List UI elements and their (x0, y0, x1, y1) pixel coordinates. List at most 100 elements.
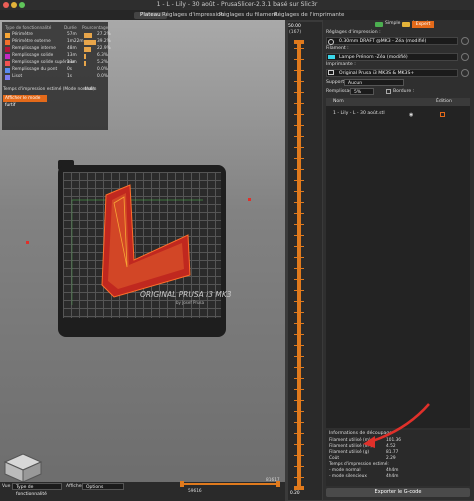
layer-slider-tick (294, 224, 304, 225)
slice-info-key: Coût (329, 456, 340, 461)
layer-slider-tick (294, 48, 304, 49)
bed-logo-sub: by Josef Prusa (176, 300, 205, 305)
object-name[interactable]: 1 - Lily - L - 30 août.stl (333, 111, 385, 116)
legend-name: Remplissage interne (12, 46, 56, 51)
filament-edit-icon[interactable] (461, 53, 469, 61)
tab-printer-settings[interactable]: Réglages de l'imprimante (268, 12, 350, 19)
legend-time: 48m (67, 46, 77, 51)
red-arrow-annotation (363, 403, 430, 448)
slice-info-value: 4h4m (386, 474, 399, 479)
layer-slider-bottom-value: 0.20 (290, 491, 300, 496)
view-type-select[interactable]: Type de fonctionnalité (12, 483, 62, 497)
slice-info-key: Filament utilisé (g) (329, 450, 370, 455)
supports-select[interactable]: Aucun (344, 79, 404, 86)
legend-percent: 5.2% (97, 60, 108, 65)
printer-icon (328, 70, 334, 75)
legend-percent: 39.2% (97, 39, 111, 44)
layer-slider-tick (294, 400, 304, 401)
layer-slider-tick (294, 279, 304, 280)
legend-percent: 27.2% (97, 32, 111, 37)
legend-name: Remplissage du pont (12, 67, 58, 72)
legend-row: Remplissage solide supérieur 13m 5.2% (5, 60, 108, 67)
filament-label: Filament : (326, 46, 349, 51)
layer-slider-tick (294, 125, 304, 126)
printer-edit-icon[interactable] (461, 69, 469, 77)
legend-swatch (5, 54, 10, 59)
layer-slider-tick (294, 257, 304, 258)
layer-slider-tick (294, 169, 304, 170)
show-options-select[interactable]: Options (82, 483, 124, 490)
object-edit-icon[interactable] (440, 112, 445, 117)
legend-name: Lisot (12, 74, 23, 79)
eye-icon[interactable]: ◉ (409, 112, 413, 118)
print-settings-select[interactable]: 0.30mm DRAFT @MK3 - Zéa (modifié) (326, 37, 458, 45)
brim-label: Bordure : (393, 89, 415, 94)
show-stealth-mode-button[interactable]: Afficher le mode furtif (3, 95, 47, 108)
object-list-col-edit: Édition (436, 99, 452, 104)
filament-select[interactable]: Lampe Prénom -Zéa (modifié) (326, 53, 458, 61)
slice-info-key: Temps d'impression estimé: (329, 462, 389, 467)
legend-bar (84, 40, 96, 45)
layer-slider-tick (294, 466, 304, 467)
layer-slider-top-handle[interactable] (294, 40, 304, 44)
layer-slider-tick (294, 70, 304, 71)
legend-bar (84, 33, 93, 38)
layer-slider-tick (294, 191, 304, 192)
layer-slider-tick (294, 411, 304, 412)
layer-slider-tick (294, 477, 304, 478)
layer-slider-tick (294, 202, 304, 203)
legend-time: 13m (67, 60, 77, 65)
window-title: 1 - L - Lily - 30 août - PrusaSlicer-2.3… (156, 1, 318, 8)
object-list (326, 98, 470, 428)
layer-slider[interactable] (288, 22, 322, 500)
cube-view-icon[interactable] (1, 450, 45, 484)
legend-swatch (5, 61, 10, 66)
legend-bar (84, 61, 86, 66)
sliced-object[interactable] (58, 165, 226, 337)
horizontal-slider-left-handle[interactable] (180, 481, 184, 487)
brim-checkbox[interactable] (386, 89, 391, 94)
layer-slider-tick (294, 180, 304, 181)
layer-slider-tick (294, 81, 304, 82)
infill-select[interactable]: 5% (350, 88, 374, 95)
export-gcode-button[interactable]: Exporter le G-code (326, 488, 470, 497)
legend-percent: 6.3% (97, 53, 108, 58)
legend-name: Remplissage solide (12, 53, 54, 58)
layer-slider-tick (294, 213, 304, 214)
layer-slider-tick (294, 455, 304, 456)
estimated-time-value: 4h4m (84, 87, 97, 92)
mode-simple-button[interactable]: Simple (385, 21, 400, 26)
legend-percent: 22.9% (97, 46, 111, 51)
legend-header-time: Durée (64, 25, 77, 30)
layer-slider-tick (294, 103, 304, 104)
horizontal-slider-right-handle[interactable] (276, 481, 280, 487)
layer-slider-tick (294, 444, 304, 445)
layer-slider-tick (294, 301, 304, 302)
viewport-marker (26, 241, 29, 244)
layer-slider-tick (294, 114, 304, 115)
printer-select[interactable]: Original Prusa i3 MK3S & MK3S+ (326, 69, 458, 77)
layer-slider-tick (294, 158, 304, 159)
mode-advanced-icon[interactable] (402, 22, 410, 27)
legend-name: Périmètre externe (12, 39, 51, 44)
bed-logo: ORIGINAL PRUSA i3 MK3 (140, 290, 232, 299)
layer-slider-tick (294, 59, 304, 60)
legend-header-type: Type de fonctionnalité (5, 25, 52, 30)
layer-slider-tick (294, 334, 304, 335)
mode-expert-button[interactable]: Expert (412, 21, 434, 28)
layer-slider-tick (294, 147, 304, 148)
legend-swatch (5, 40, 10, 45)
legend-time: 0s (67, 67, 72, 72)
layer-slider-tick (294, 246, 304, 247)
legend-percent: 0.0% (97, 74, 108, 79)
legend-swatch (5, 47, 10, 52)
legend-row: Lisot 1s 0.0% (5, 74, 108, 81)
print-settings-icon (328, 39, 334, 45)
print-settings-edit-icon[interactable] (461, 37, 469, 45)
legend-bar (84, 54, 86, 59)
horizontal-slider-track[interactable] (180, 483, 280, 485)
layer-slider-tick (294, 356, 304, 357)
legend-panel: Type de fonctionnalité Durée Pourcentage… (2, 22, 111, 130)
mode-simple-icon[interactable] (375, 22, 383, 27)
layer-slider-bottom-handle[interactable] (294, 486, 304, 490)
